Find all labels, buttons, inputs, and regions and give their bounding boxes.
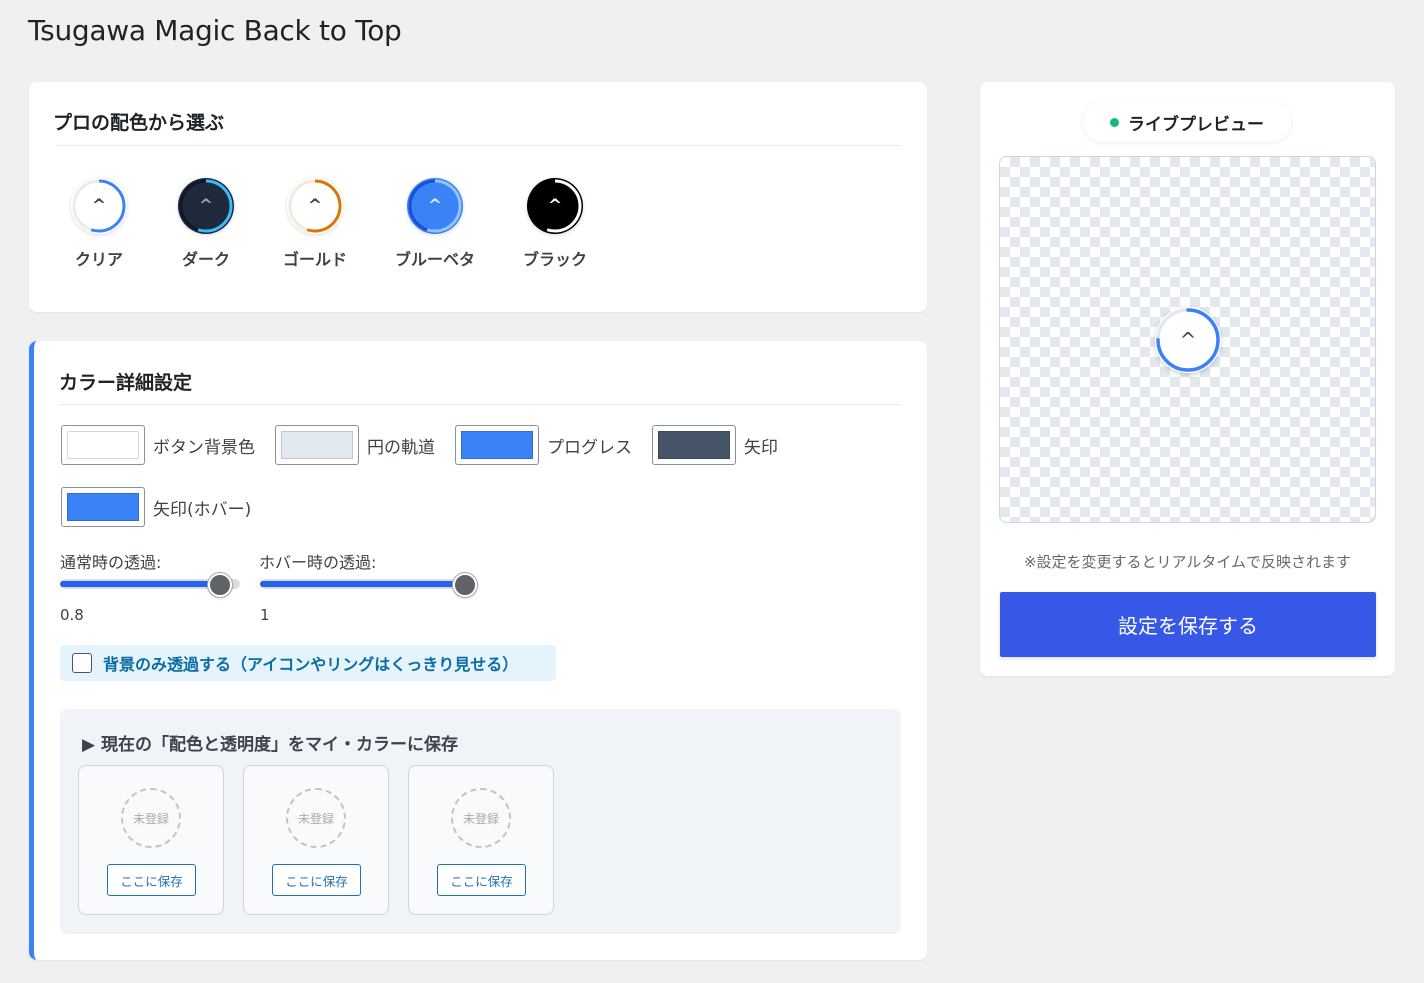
opacity-hover-thumb[interactable] [453,573,477,597]
preset-gold-icon: ^ [287,178,343,234]
opacity-hover-value: 1 [260,606,270,624]
swatch-row: ボタン背景色 円の軌道 プログレス 矢印 [61,425,798,465]
swatch-fill [67,493,139,521]
preset-blue-solid[interactable]: ^ ブルーベタ [390,178,480,270]
preset-label: ゴールド [282,250,347,269]
divider [59,404,901,405]
swatch-fill [658,431,730,459]
swatch-fill [67,431,139,459]
preview-card: ライブプレビュー ^ ※設定を変更するとリアルタイムで反映されます 設定を保存す… [980,82,1395,676]
my-color-slot: 未登録 ここに保存 [408,765,554,915]
live-preview-label: ライブプレビュー [1128,114,1264,135]
slot-status: 未登録 [286,788,346,848]
details-heading: カラー詳細設定 [59,372,193,394]
opacity-hover-label: ホバー時の透過: [259,553,377,572]
preset-gold[interactable]: ^ ゴールド [270,178,360,270]
save-settings-button[interactable]: 設定を保存する [1000,592,1376,657]
arrow-color-picker[interactable] [652,425,736,465]
back-to-top-button-preview[interactable]: ^ [1155,307,1221,373]
preview-note: ※設定を変更するとリアルタイムで反映されます [1023,553,1352,571]
preset-dark-icon: ^ [178,178,234,234]
bg-only-checkbox[interactable] [72,653,92,673]
preset-blue-solid-icon: ^ [407,178,463,234]
page-title: Tsugawa Magic Back to Top [28,14,402,47]
opacity-normal-thumb[interactable] [208,573,232,597]
preset-label: クリア [74,250,123,269]
my-color-slot: 未登録 ここに保存 [78,765,224,915]
preview-canvas: ^ [999,156,1376,523]
swatch-label: 円の軌道 [367,437,435,458]
button-bg-color-picker[interactable] [61,425,145,465]
arrow-hover-color-picker[interactable] [61,487,145,527]
swatch-fill [461,431,533,459]
preset-label: ブラック [522,250,587,269]
opacity-hover-fill [260,581,465,587]
preset-clear-icon: ^ [71,178,127,234]
swatch-row: 矢印(ホバー) [61,487,271,527]
opacity-normal-fill [60,581,220,587]
preset-label: ダーク [181,250,230,269]
slot-status: 未登録 [121,788,181,848]
presets-card: プロの配色から選ぶ ^ クリア ^ ダーク ^ ゴールド ^ ブルーベタ ^ ブ… [29,82,927,312]
slot-status: 未登録 [451,788,511,848]
opacity-normal-label: 通常時の透過: [60,553,162,572]
swatch-label: プログレス [547,437,632,458]
swatch-label: 矢印 [744,437,778,458]
my-color-slot: 未登録 ここに保存 [243,765,389,915]
live-dot-icon [1110,117,1119,127]
swatch-fill [281,431,353,459]
preset-black[interactable]: ^ ブラック [510,178,600,270]
save-here-button[interactable]: ここに保存 [437,864,526,896]
my-color-toggle[interactable]: ▶ 現在の「配色と透明度」をマイ・カラーに保存 [82,730,458,755]
presets-heading: プロの配色から選ぶ [53,112,225,134]
progress-color-picker[interactable] [455,425,539,465]
color-details-card: カラー詳細設定 ボタン背景色 円の軌道 プログレス 矢印 矢印(ホバー) 通常時… [29,341,927,960]
swatch-label: 矢印(ホバー) [153,499,252,520]
track-color-picker[interactable] [275,425,359,465]
swatch-label: ボタン背景色 [153,437,255,458]
preset-black-icon: ^ [527,178,583,234]
preset-clear[interactable]: ^ クリア [54,178,144,270]
my-color-panel: ▶ 現在の「配色と透明度」をマイ・カラーに保存 未登録 ここに保存 未登録 ここ… [60,709,901,934]
divider [56,145,901,146]
bg-only-option[interactable]: 背景のみ透過する（アイコンやリングはくっきり見せる） [60,645,556,681]
save-here-button[interactable]: ここに保存 [107,864,196,896]
live-preview-badge: ライブプレビュー [1083,102,1291,142]
save-here-button[interactable]: ここに保存 [272,864,361,896]
arrow-up-icon: ^ [1179,328,1197,352]
opacity-normal-value: 0.8 [60,606,84,624]
bg-only-label: 背景のみ透過する（アイコンやリングはくっきり見せる） [103,655,519,674]
preset-dark[interactable]: ^ ダーク [161,178,251,270]
preset-label: ブルーベタ [394,250,475,269]
